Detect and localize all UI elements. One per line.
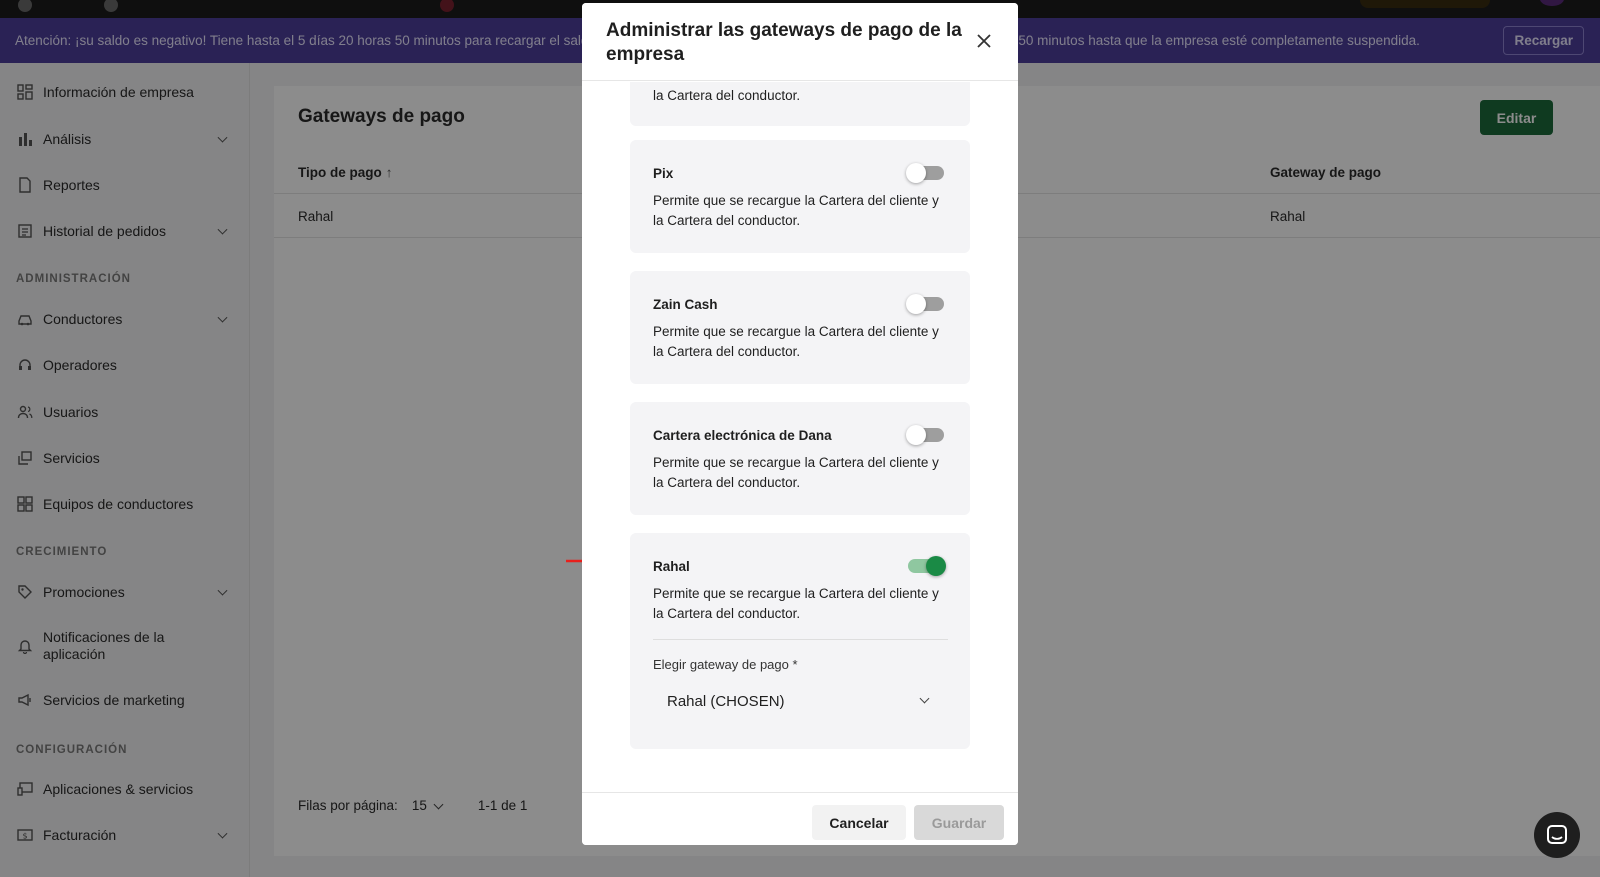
manage-gateways-modal: Administrar las gateways de pago de la e… [582,3,1018,845]
save-button[interactable]: Guardar [914,805,1004,840]
gateway-card-previous: la Cartera del conductor. [630,82,970,126]
modal-footer: Cancelar Guardar [582,792,1018,845]
gateway-card-zain-cash: Zain Cash Permite que se recargue la Car… [630,271,970,384]
gateway-name: Cartera electrónica de Dana [653,428,832,443]
gateway-toggle-zain-cash[interactable] [906,294,944,314]
gateway-description: Permite que se recargue la Cartera del c… [653,324,939,359]
gateway-toggle-pix[interactable] [906,163,944,183]
close-icon[interactable] [972,29,996,53]
toggle-knob [906,294,926,314]
gateway-description: Permite que se recargue la Cartera del c… [653,586,939,621]
gateway-card-rahal: Rahal Permite que se recargue la Cartera… [630,533,970,749]
chevron-down-icon [919,693,930,704]
modal-header: Administrar las gateways de pago de la e… [582,3,1018,81]
gateway-description: Permite que se recargue la Cartera del c… [653,193,939,228]
gateway-card-pix: Pix Permite que se recargue la Cartera d… [630,140,970,253]
gateway-description: la Cartera del conductor. [653,88,801,103]
toggle-knob [906,163,926,183]
gateway-description: Permite que se recargue la Cartera del c… [653,455,939,490]
gateway-name: Rahal [653,559,690,574]
choose-gateway-label: Elegir gateway de pago * [653,657,798,672]
gateway-toggle-rahal[interactable] [908,556,946,576]
cancel-button[interactable]: Cancelar [812,805,906,840]
divider [653,639,948,640]
choose-gateway-select[interactable]: Rahal (CHOSEN) [653,681,948,721]
gateway-name: Pix [653,166,674,181]
modal-body[interactable]: la Cartera del conductor. Pix Permite qu… [582,82,1018,792]
gateway-card-dana: Cartera electrónica de Dana Permite que … [630,402,970,515]
chat-icon [1547,825,1567,844]
choose-gateway-value: Rahal (CHOSEN) [667,692,785,710]
modal-title: Administrar las gateways de pago de la e… [606,20,962,65]
chat-launcher-button[interactable] [1534,812,1580,858]
gateway-toggle-dana[interactable] [906,425,944,445]
gateway-name: Zain Cash [653,297,718,312]
toggle-knob [906,425,926,445]
toggle-knob [926,556,946,576]
